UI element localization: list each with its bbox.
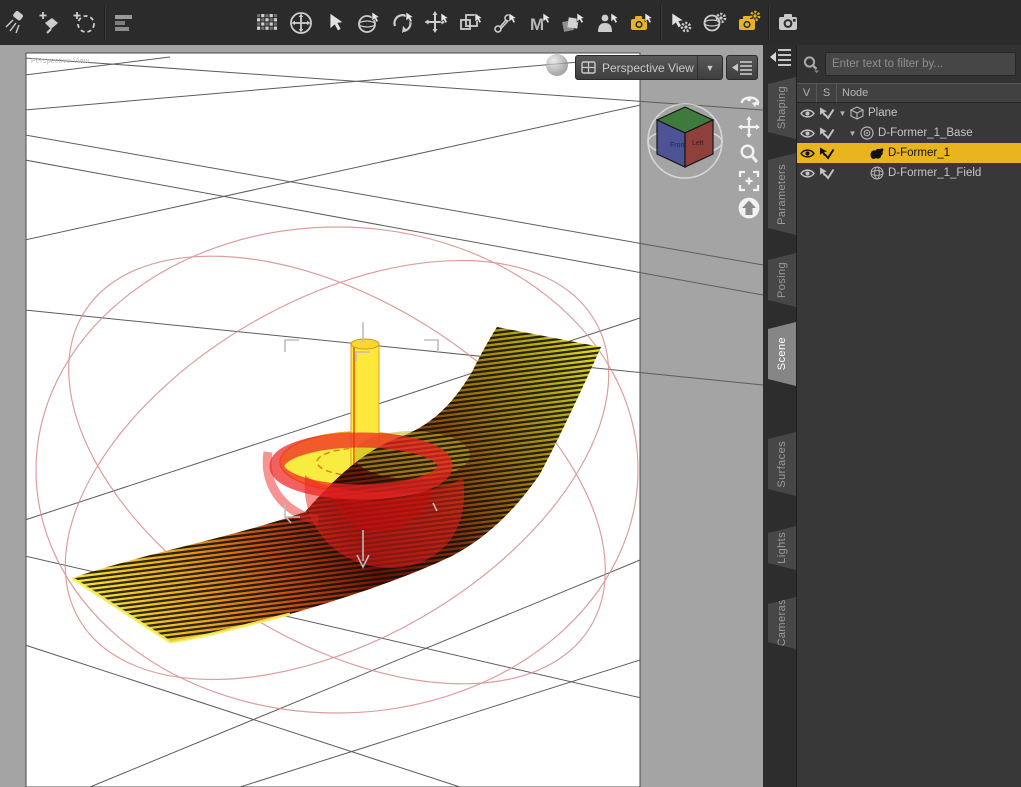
side-tab-strip: Shaping Parameters Posing Scene Surfaces Ligh… [763, 45, 796, 787]
base-icon [858, 126, 875, 140]
tab-label: Parameters [776, 163, 788, 225]
toolbar-node-selection-tool[interactable] [318, 4, 352, 42]
toolbar-rotate-tool[interactable] [386, 4, 420, 42]
search-icon[interactable] [797, 55, 825, 73]
column-visible[interactable]: V [797, 83, 817, 103]
toolbar-sphere-settings-tool[interactable] [698, 4, 732, 42]
viewport-zoom-icon[interactable] [736, 142, 762, 166]
tab-shaping[interactable]: Shaping [768, 77, 796, 139]
tab-label: Shaping [776, 86, 788, 130]
scene-tree: ▼ Plane ▼ D-Former_1_Base D-Former_1 D-Former… [797, 103, 1021, 183]
node-label: D-Former_1 [888, 147, 950, 159]
application-window: M Perspective View Perspective View ▼ Fr… [0, 0, 1021, 787]
dformer-icon [868, 147, 885, 160]
scene-panel: V S Node ▼ Plane ▼ D-Former_1_Base D-Former_… [796, 45, 1021, 787]
toolbar-figure-selection-tool[interactable] [590, 4, 624, 42]
selectable-pointer-icon[interactable] [817, 127, 837, 140]
cube-icon [848, 106, 865, 120]
tab-posing[interactable]: Posing [768, 253, 796, 307]
viewport-home-icon[interactable] [736, 196, 762, 220]
tab-label: Scene [776, 337, 788, 371]
filter-bar [797, 45, 1021, 83]
viewport-pan-icon[interactable] [736, 115, 762, 139]
toolbar-translate-tool[interactable] [420, 4, 454, 42]
toolbar-pointer-settings-tool[interactable] [664, 4, 698, 42]
filter-input[interactable] [825, 52, 1016, 76]
view-cube[interactable]: Front Left [645, 95, 725, 187]
visibility-eye-icon[interactable] [797, 128, 817, 139]
viewport-corner-label: Perspective View [31, 58, 90, 65]
visibility-eye-icon[interactable] [797, 168, 817, 179]
viewport-pane[interactable]: Perspective View Perspective View ▼ Fron… [0, 45, 763, 787]
toolbar-camera-settings-tool[interactable] [732, 4, 766, 42]
viewport-orbit-icon[interactable] [736, 88, 762, 112]
node-label: D-Former_1_Field [888, 167, 982, 179]
node-label: Plane [868, 107, 898, 119]
selectable-pointer-icon[interactable] [817, 107, 837, 120]
view-selector-label: Perspective View [602, 60, 694, 75]
view-selector-dropdown[interactable]: Perspective View ▼ [575, 55, 723, 80]
selectable-pointer-icon[interactable] [817, 167, 837, 180]
chevron-down-icon: ▼ [697, 56, 722, 79]
tab-cameras[interactable]: Cameras [768, 597, 796, 649]
toolbar-scale-tool[interactable] [454, 4, 488, 42]
toolbar-render-camera-tool[interactable] [772, 4, 806, 42]
visibility-eye-icon[interactable] [797, 108, 817, 119]
toolbar-add-node-tool[interactable] [34, 4, 68, 42]
view-cube-front-label: Front [670, 142, 686, 149]
tab-label: Surfaces [776, 440, 788, 488]
toolbar-scene-list-tool[interactable] [108, 4, 142, 42]
tree-row-d-former_1_base[interactable]: ▼ D-Former_1_Base [797, 123, 1021, 143]
toolbar-orbit-selection-tool[interactable] [352, 4, 386, 42]
view-cube-left-label: Left [692, 140, 704, 147]
toolbar-spotlight-tool[interactable] [0, 4, 34, 42]
orb-widget [546, 54, 568, 76]
svg-text:M: M [530, 15, 544, 34]
toolbar-add-selection-tool[interactable] [68, 4, 102, 42]
tree-row-plane[interactable]: ▼ Plane [797, 103, 1021, 123]
main-toolbar: M [0, 0, 1021, 45]
expand-arrow-icon[interactable]: ▼ [837, 109, 848, 118]
tree-header: V S Node [797, 83, 1021, 103]
toolbar-camera-selection-tool[interactable] [624, 4, 658, 42]
tab-lights[interactable]: Lights [768, 526, 796, 570]
selectable-pointer-icon[interactable] [817, 147, 837, 160]
tab-label: Cameras [776, 599, 788, 647]
column-selectable[interactable]: S [817, 83, 837, 103]
toolbar-grid-snap-tool[interactable] [250, 4, 284, 42]
tab-surfaces[interactable]: Surfaces [768, 432, 796, 496]
viewport-options-menu-button[interactable] [726, 55, 758, 80]
field-icon [868, 166, 885, 180]
tree-row-d-former_1_field[interactable]: D-Former_1_Field [797, 163, 1021, 183]
viewport-nav-tools [736, 88, 762, 220]
tab-label: Lights [776, 532, 788, 564]
toolbar-surface-selection-tool[interactable] [556, 4, 590, 42]
tree-row-d-former_1[interactable]: D-Former_1 [797, 143, 1021, 163]
toolbar-joint-editor-tool[interactable] [488, 4, 522, 42]
toolbar-geometry-editor-tool[interactable]: M [522, 4, 556, 42]
tab-label: Posing [776, 261, 788, 299]
tab-strip-menu-icon[interactable] [767, 47, 793, 67]
viewport-layout-icon [581, 61, 596, 74]
pane-menu-icon [732, 61, 752, 75]
viewport-frame-icon[interactable] [736, 169, 762, 193]
tab-scene[interactable]: Scene [768, 322, 796, 386]
node-label: D-Former_1_Base [878, 127, 973, 139]
visibility-eye-icon[interactable] [797, 148, 817, 159]
expand-arrow-icon[interactable]: ▼ [847, 129, 858, 138]
column-node[interactable]: Node [837, 83, 1021, 103]
tab-parameters[interactable]: Parameters [768, 153, 796, 235]
toolbar-universal-manipulator-tool[interactable] [284, 4, 318, 42]
